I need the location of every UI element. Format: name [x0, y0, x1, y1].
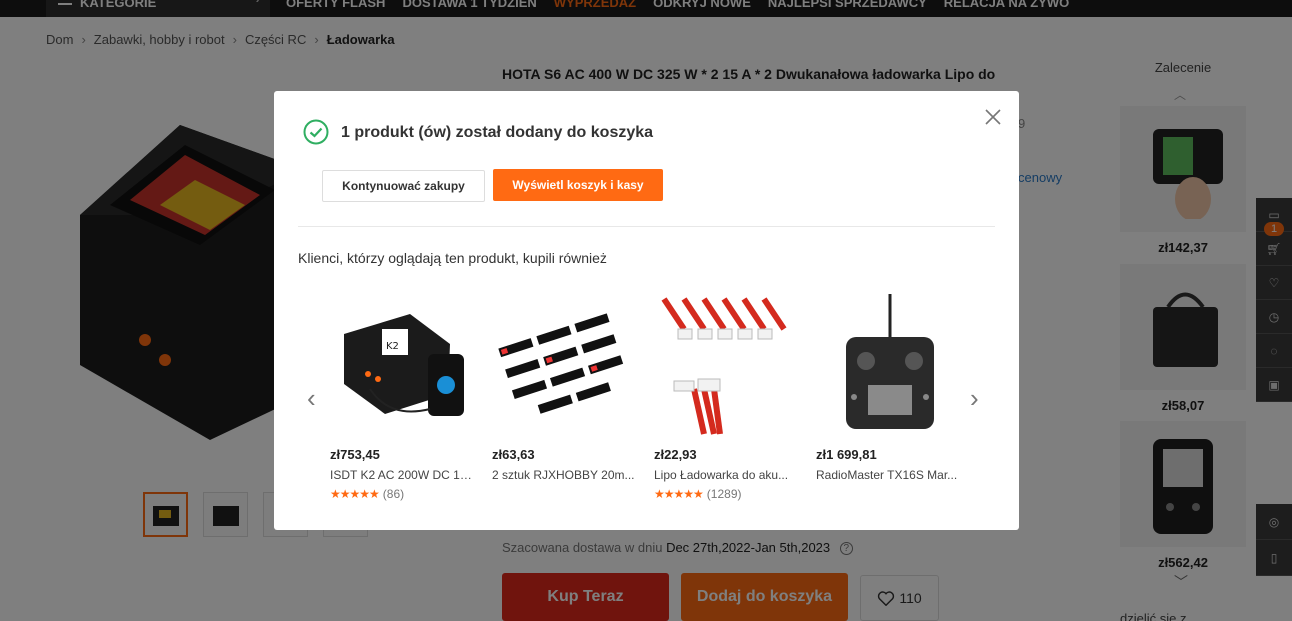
product-image[interactable] [492, 289, 636, 437]
carousel-product[interactable]: K2 zł753,45 ISDT K2 AC 200W DC 10... ★★★… [330, 289, 474, 501]
product-rating: ★★★★★ (86) [330, 487, 474, 501]
svg-text:K2: K2 [386, 341, 399, 352]
dialog-heading: 1 produkt (ów) został dodany do koszyka [341, 124, 654, 141]
product-name[interactable]: RadioMaster TX16S Mar... [816, 468, 960, 482]
product-price: zł1 699,81 [816, 447, 877, 462]
product-price: zł22,93 [654, 447, 697, 462]
also-bought-carousel: K2 zł753,45 ISDT K2 AC 200W DC 10... ★★★… [330, 289, 960, 501]
product-name[interactable]: Lipo Ładowarka do aku... [654, 468, 798, 482]
review-count: (1289) [706, 487, 742, 501]
check-circle-icon [303, 119, 329, 145]
product-image[interactable] [654, 289, 798, 437]
added-to-cart-dialog: 1 produkt (ów) został dodany do koszyka … [274, 91, 1019, 530]
rating-stars-icon: ★★★★★ [330, 487, 380, 501]
carousel-product[interactable]: zł63,63 2 sztuk RJXHOBBY 20m... [492, 289, 636, 501]
also-bought-heading: Klienci, którzy oglądają ten produkt, ku… [298, 250, 607, 266]
product-price: zł753,45 [330, 447, 380, 462]
close-icon[interactable] [984, 108, 1002, 126]
product-image[interactable] [816, 289, 960, 437]
continue-shopping-button[interactable]: Kontynuować zakupy [322, 170, 485, 202]
divider [298, 226, 995, 227]
product-name[interactable]: ISDT K2 AC 200W DC 10... [330, 468, 474, 482]
chevron-right-icon[interactable]: › [970, 383, 979, 414]
carousel-product[interactable]: zł22,93 Lipo Ładowarka do aku... ★★★★★ (… [654, 289, 798, 501]
product-name[interactable]: 2 sztuk RJXHOBBY 20m... [492, 468, 636, 482]
product-price: zł63,63 [492, 447, 535, 462]
carousel-product[interactable]: zł1 699,81 RadioMaster TX16S Mar... [816, 289, 960, 501]
review-count: (86) [382, 487, 405, 501]
rating-stars-icon: ★★★★★ [654, 487, 704, 501]
chevron-left-icon[interactable]: ‹ [307, 383, 316, 414]
product-image[interactable]: K2 [330, 289, 474, 437]
product-rating: ★★★★★ (1289) [654, 487, 798, 501]
view-cart-button[interactable]: Wyświetl koszyk i kasy [493, 169, 663, 201]
